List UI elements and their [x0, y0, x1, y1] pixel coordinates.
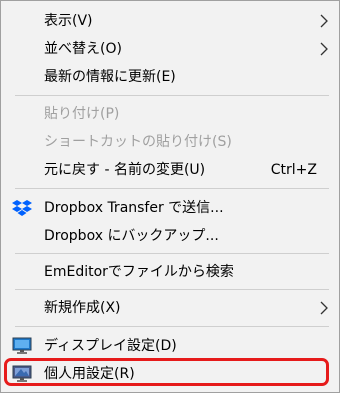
menu-item-new[interactable]: 新規作成(X) [1, 293, 339, 323]
dropbox-icon [12, 200, 32, 216]
menu-item-sort[interactable]: 並べ替え(O) [1, 34, 339, 64]
highlight-box [4, 358, 329, 386]
menu-item-view[interactable]: 表示(V) [1, 6, 339, 36]
menu-item-refresh[interactable]: 最新の情報に更新(E) [1, 62, 339, 92]
menu-item-label: EmEditorでファイルから検索 [44, 264, 234, 280]
menu-item-dropbox-transfer[interactable]: Dropbox Transfer で送信... [1, 193, 339, 223]
context-menu: 表示(V) 並べ替え(O) 最新の情報に更新(E) 貼り付け(P) ショートカッ… [0, 0, 340, 393]
chevron-right-icon [320, 42, 328, 56]
menu-separator [15, 253, 329, 254]
menu-item-undo[interactable]: 元に戻す - 名前の変更(U) Ctrl+Z [1, 155, 339, 185]
menu-item-label: 表示(V) [44, 13, 93, 29]
menu-separator [15, 289, 329, 290]
menu-item-label: 新規作成(X) [44, 300, 121, 316]
menu-separator [15, 326, 329, 327]
chevron-right-icon [320, 301, 328, 315]
menu-item-paste-shortcut: ショートカットの貼り付け(S) [1, 127, 339, 157]
menu-item-display-settings[interactable]: ディスプレイ設定(D) [1, 331, 339, 361]
menu-item-dropbox-backup[interactable]: Dropbox にバックアップ... [1, 221, 339, 251]
menu-item-label: 貼り付け(P) [44, 106, 120, 122]
menu-item-label: ショートカットの貼り付け(S) [44, 134, 232, 150]
menu-item-label: 最新の情報に更新(E) [44, 69, 176, 85]
menu-item-shortcut: Ctrl+Z [270, 162, 317, 178]
menu-item-label: 元に戻す - 名前の変更(U) [44, 162, 206, 178]
display-monitor-icon [12, 337, 32, 354]
menu-item-label: Dropbox にバックアップ... [44, 228, 219, 244]
menu-item-emeditor-search[interactable]: EmEditorでファイルから検索 [1, 257, 339, 287]
menu-separator [15, 95, 329, 96]
menu-item-label: Dropbox Transfer で送信... [44, 200, 224, 216]
menu-separator [15, 188, 329, 189]
chevron-right-icon [320, 14, 328, 28]
menu-item-label: 並べ替え(O) [44, 41, 122, 57]
menu-item-label: ディスプレイ設定(D) [44, 338, 177, 354]
menu-item-paste: 貼り付け(P) [1, 99, 339, 129]
